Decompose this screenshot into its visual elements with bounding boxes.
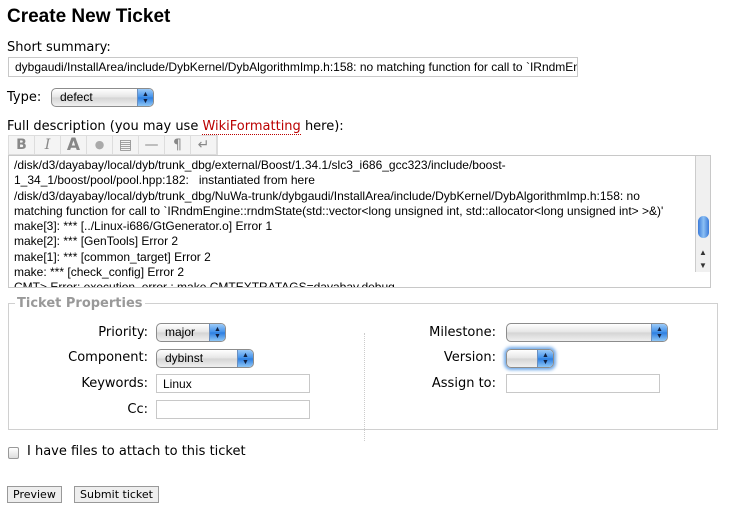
component-label: Component: bbox=[68, 350, 148, 365]
link-icon[interactable]: ● bbox=[87, 136, 113, 154]
scroll-arrows-icon[interactable]: ▲ ▼ bbox=[696, 246, 710, 272]
select-arrows-icon: ▲ ▼ bbox=[209, 324, 225, 341]
select-arrows-icon: ▲ ▼ bbox=[137, 89, 153, 106]
description-textarea[interactable]: /disk/d3/dayabay/local/dyb/trunk_dbg/ext… bbox=[8, 155, 711, 288]
milestone-select[interactable]: ▲ ▼ bbox=[506, 323, 668, 342]
component-value: dybinst bbox=[165, 351, 204, 365]
code-block-icon[interactable]: ▤ bbox=[113, 136, 139, 154]
description-text: /disk/d3/dayabay/local/dyb/trunk_dbg/ext… bbox=[14, 158, 664, 288]
scrollbar[interactable]: ▲ ▼ bbox=[695, 156, 710, 272]
keywords-input[interactable]: Linux bbox=[156, 374, 310, 393]
preview-button[interactable]: Preview bbox=[7, 486, 62, 503]
description-label-prefix: Full description (you may use bbox=[7, 119, 203, 134]
select-arrows-icon: ▲ ▼ bbox=[651, 324, 667, 341]
priority-select[interactable]: major ▲ ▼ bbox=[156, 323, 226, 342]
wikiformatting-link[interactable]: WikiFormatting bbox=[202, 119, 301, 135]
italic-icon[interactable]: I bbox=[35, 136, 61, 154]
scrollbar-thumb[interactable] bbox=[698, 216, 709, 238]
submit-button[interactable]: Submit ticket bbox=[74, 486, 159, 503]
attach-checkbox[interactable] bbox=[8, 447, 19, 459]
page-title: Create New Ticket bbox=[7, 6, 171, 27]
type-label: Type: bbox=[7, 90, 42, 105]
paragraph-icon[interactable]: ¶ bbox=[165, 136, 191, 154]
horizontal-rule-icon[interactable]: — bbox=[139, 136, 165, 154]
attach-label: I have files to attach to this ticket bbox=[27, 444, 246, 459]
component-select[interactable]: dybinst ▲ ▼ bbox=[156, 349, 254, 368]
cc-input[interactable] bbox=[156, 400, 310, 419]
select-arrows-icon: ▲ ▼ bbox=[237, 350, 253, 367]
select-arrows-icon: ▲ ▼ bbox=[537, 350, 553, 367]
line-break-icon[interactable]: ↵ bbox=[191, 136, 217, 154]
bold-icon[interactable]: B bbox=[9, 136, 35, 154]
version-select[interactable]: ▲ ▼ bbox=[506, 349, 554, 368]
milestone-label: Milestone: bbox=[429, 325, 496, 340]
cc-label: Cc: bbox=[127, 402, 148, 417]
description-label-suffix: here): bbox=[300, 119, 344, 134]
priority-value: major bbox=[165, 325, 196, 339]
type-value: defect bbox=[60, 90, 93, 104]
assign-input[interactable] bbox=[506, 374, 660, 393]
properties-legend: Ticket Properties bbox=[17, 296, 143, 311]
version-label: Version: bbox=[443, 350, 496, 365]
priority-label: Priority: bbox=[98, 325, 148, 340]
type-select[interactable]: defect ▲ ▼ bbox=[51, 88, 154, 107]
description-label: Full description (you may use WikiFormat… bbox=[7, 119, 344, 135]
summary-label: Short summary: bbox=[7, 40, 111, 55]
assign-label: Assign to: bbox=[431, 376, 496, 391]
formatting-toolbar: B I A ● ▤ — ¶ ↵ bbox=[8, 135, 218, 155]
keywords-label: Keywords: bbox=[81, 376, 148, 391]
summary-input[interactable]: dybgaudi/InstallArea/include/DybKernel/D… bbox=[8, 57, 578, 77]
heading-icon[interactable]: A bbox=[61, 136, 87, 154]
